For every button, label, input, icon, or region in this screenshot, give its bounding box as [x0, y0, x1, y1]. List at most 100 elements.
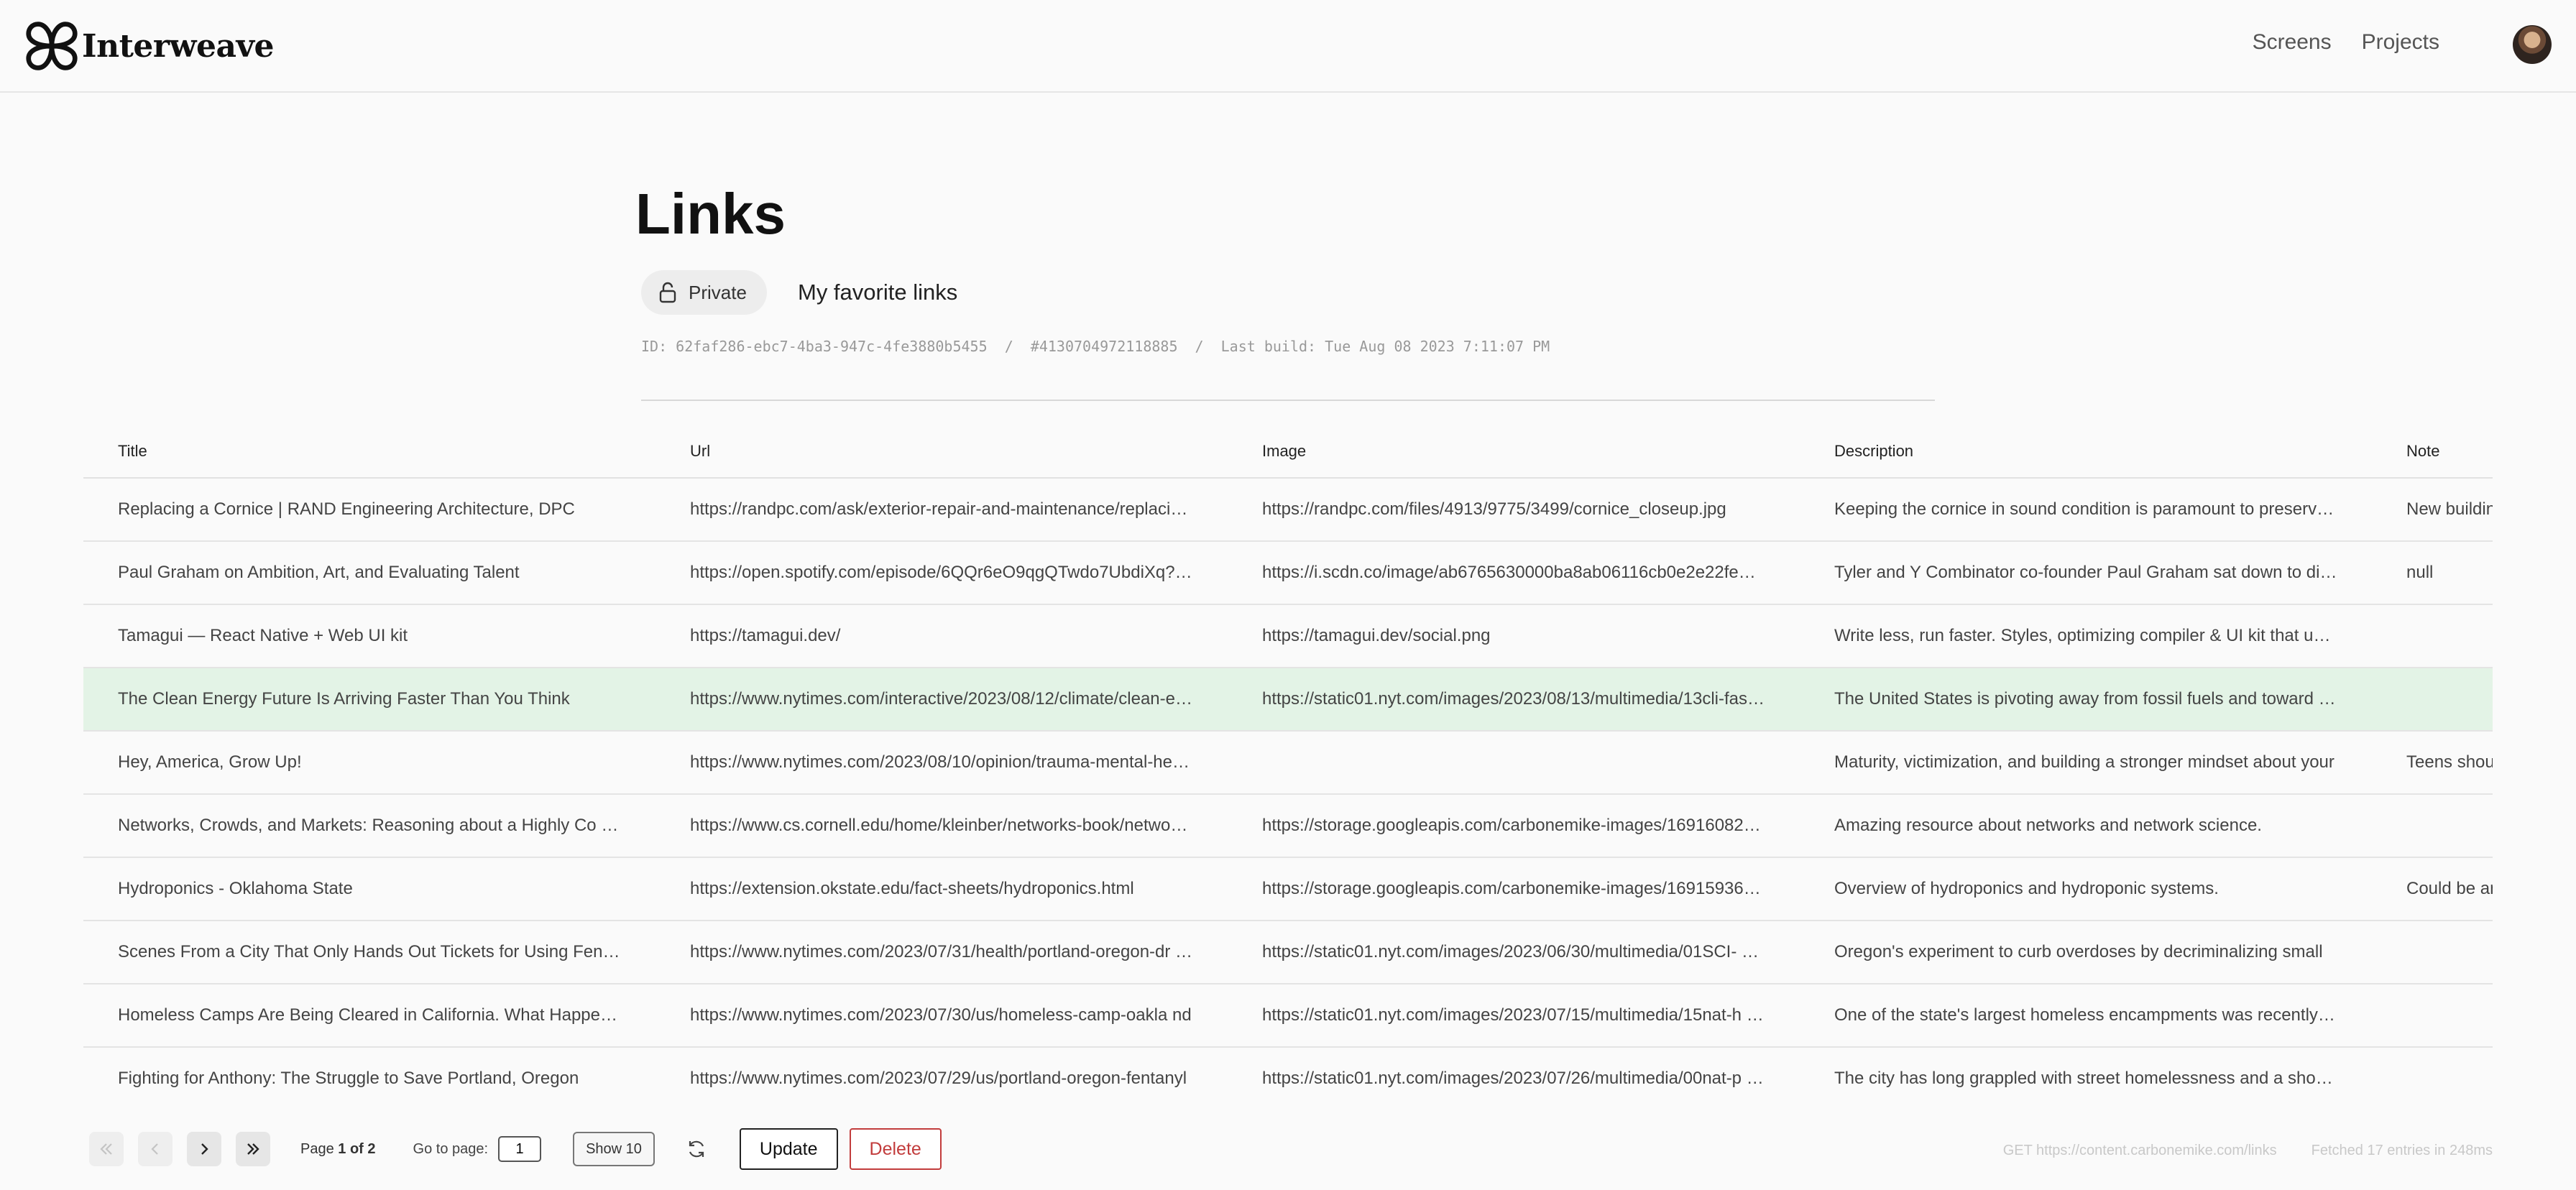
- cell-title: Hydroponics - Oklahoma State: [83, 857, 656, 921]
- cell-note: null: [2372, 541, 2493, 605]
- meta-hash: #4130704972118885: [1030, 338, 1178, 355]
- double-chevron-left-icon: [100, 1143, 112, 1155]
- cell-description: Amazing resource about networks and netw…: [1800, 794, 2372, 858]
- double-chevron-right-icon: [247, 1143, 259, 1155]
- cell-url: https://www.nytimes.com/2023/07/30/us/ho…: [656, 984, 1228, 1048]
- meta-separator: /: [1195, 338, 1204, 355]
- status-result: Fetched 17 entries in 248ms: [2311, 1143, 2493, 1158]
- cell-image: https://static01.nyt.com/images/2023/07/…: [1228, 984, 1800, 1048]
- cell-image: https://static01.nyt.com/images/2023/06/…: [1228, 921, 1800, 984]
- table-row[interactable]: Hydroponics - Oklahoma State https://exte…: [83, 857, 2493, 921]
- cell-title: Replacing a Cornice | RAND Engineering A…: [83, 478, 656, 542]
- column-header-url[interactable]: Url: [656, 425, 1228, 479]
- table-row[interactable]: Homeless Camps Are Being Cleared in Cali…: [83, 984, 2493, 1048]
- column-header-title[interactable]: Title: [83, 425, 656, 479]
- cell-image: https://i.scdn.co/image/ab6765630000ba8a…: [1228, 541, 1800, 605]
- cell-url: https://www.nytimes.com/2023/08/10/opini…: [656, 731, 1228, 795]
- goto-page-input[interactable]: [498, 1136, 542, 1162]
- links-table-container[interactable]: Title Url Image Description Note Replaci…: [83, 425, 2493, 1104]
- cell-note: Teens should: [2372, 731, 2493, 795]
- column-header-note[interactable]: Note: [2372, 425, 2493, 479]
- cell-title: Tamagui — React Native + Web UI kit: [83, 604, 656, 668]
- table-row[interactable]: Networks, Crowds, and Markets: Reasoning…: [83, 794, 2493, 858]
- status-request: GET https://content.carbonemike.com/link…: [2002, 1143, 2277, 1158]
- page-size-select[interactable]: Show 10: [573, 1132, 655, 1166]
- cell-image: https://tamagui.dev/social.png: [1228, 604, 1800, 668]
- cell-description: Maturity, victimization, and building a …: [1800, 731, 2372, 795]
- cell-title: Networks, Crowds, and Markets: Reasoning…: [83, 794, 656, 858]
- table-body: Replacing a Cornice | RAND Engineering A…: [83, 478, 2493, 1104]
- refresh-button[interactable]: [684, 1136, 709, 1162]
- cell-note: New building: [2372, 478, 2493, 542]
- status-bar: GET https://content.carbonemike.com/link…: [2003, 1143, 2493, 1159]
- cell-url: https://www.nytimes.com/interactive/2023…: [656, 668, 1228, 732]
- cell-url: https://www.nytimes.com/2023/07/31/healt…: [656, 921, 1228, 984]
- cell-image: https://storage.googleapis.com/carbonemi…: [1228, 794, 1800, 858]
- cell-description: The United States is pivoting away from …: [1800, 668, 2372, 732]
- cell-title: Fighting for Anthony: The Struggle to Sa…: [83, 1047, 656, 1104]
- page-title: Links: [635, 182, 786, 246]
- cell-description: The city has long grappled with street h…: [1800, 1047, 2372, 1104]
- update-button[interactable]: Update: [739, 1128, 838, 1170]
- table-row[interactable]: Scenes From a City That Only Hands Out T…: [83, 921, 2493, 984]
- top-nav: Screens Projects: [2253, 30, 2439, 55]
- pagination-bar: Page 1 of 2 Go to page: Show 10 Update D…: [89, 1128, 942, 1170]
- visibility-badge[interactable]: Private: [641, 270, 767, 315]
- table-header-row: Title Url Image Description Note: [83, 425, 2493, 479]
- table-row[interactable]: Paul Graham on Ambition, Art, and Evalua…: [83, 541, 2493, 605]
- cell-url: https://www.cs.cornell.edu/home/kleinber…: [656, 794, 1228, 858]
- delete-button[interactable]: Delete: [849, 1128, 942, 1170]
- refresh-icon: [689, 1140, 704, 1158]
- cell-description: Tyler and Y Combinator co-founder Paul G…: [1800, 541, 2372, 605]
- cell-note: [2372, 794, 2493, 858]
- cell-url: https://randpc.com/ask/exterior-repair-a…: [656, 478, 1228, 542]
- cell-note: [2372, 604, 2493, 668]
- table-row[interactable]: Fighting for Anthony: The Struggle to Sa…: [83, 1047, 2493, 1104]
- logo[interactable]: Interweave: [24, 19, 275, 73]
- cell-url: https://tamagui.dev/: [656, 604, 1228, 668]
- table-row[interactable]: Tamagui — React Native + Web UI kit https…: [83, 604, 2493, 668]
- table-row[interactable]: Hey, America, Grow Up! https://www.nytime…: [83, 731, 2493, 795]
- chevron-right-icon: [201, 1143, 208, 1155]
- nav-screens-link[interactable]: Screens: [2253, 30, 2332, 55]
- cell-image: https://storage.googleapis.com/carbonemi…: [1228, 857, 1800, 921]
- last-page-button[interactable]: [236, 1132, 270, 1166]
- cell-title: Paul Graham on Ambition, Art, and Evalua…: [83, 541, 656, 605]
- cell-note: [2372, 984, 2493, 1048]
- next-page-button[interactable]: [187, 1132, 221, 1166]
- top-bar: Interweave Screens Projects: [0, 0, 2576, 93]
- table-row[interactable]: The Clean Energy Future Is Arriving Fast…: [83, 668, 2493, 732]
- column-header-description[interactable]: Description: [1800, 425, 2372, 479]
- cell-description: Oregon's experiment to curb overdoses by…: [1800, 921, 2372, 984]
- cell-description: Write less, run faster. Styles, optimizi…: [1800, 604, 2372, 668]
- chevron-left-icon: [151, 1143, 158, 1155]
- cell-image: [1228, 731, 1800, 795]
- page-prefix: Page: [300, 1140, 334, 1157]
- meta-last-build: Last build: Tue Aug 08 2023 7:11:07 PM: [1220, 338, 1550, 355]
- meta-separator: /: [1004, 338, 1013, 355]
- column-header-image[interactable]: Image: [1228, 425, 1800, 479]
- cell-note: Could be an: [2372, 857, 2493, 921]
- build-meta: ID: 62faf286-ebc7-4ba3-947c-4fe3880b5455…: [641, 338, 1550, 355]
- cell-note: [2372, 921, 2493, 984]
- goto-page-label: Go to page:: [413, 1140, 489, 1157]
- cell-url: https://extension.okstate.edu/fact-sheet…: [656, 857, 1228, 921]
- cell-url: https://www.nytimes.com/2023/07/29/us/po…: [656, 1047, 1228, 1104]
- cell-note: [2372, 668, 2493, 732]
- cell-description: Keeping the cornice in sound condition i…: [1800, 478, 2372, 542]
- cell-image: https://static01.nyt.com/images/2023/08/…: [1228, 668, 1800, 732]
- header-divider: [641, 400, 1935, 401]
- first-page-button[interactable]: [89, 1132, 124, 1166]
- page-current: 1 of 2: [338, 1140, 376, 1157]
- cell-description: Overview of hydroponics and hydroponic s…: [1800, 857, 2372, 921]
- previous-page-button[interactable]: [138, 1132, 172, 1166]
- cell-title: The Clean Energy Future Is Arriving Fast…: [83, 668, 656, 732]
- page-subtitle: My favorite links: [798, 280, 958, 305]
- user-avatar[interactable]: [2513, 25, 2552, 64]
- table-row[interactable]: Replacing a Cornice | RAND Engineering A…: [83, 478, 2493, 542]
- nav-projects-link[interactable]: Projects: [2362, 30, 2439, 55]
- app-name: Interweave: [82, 27, 275, 65]
- cell-image: https://randpc.com/files/4913/9775/3499/…: [1228, 478, 1800, 542]
- lock-icon: [659, 282, 676, 303]
- cell-title: Homeless Camps Are Being Cleared in Cali…: [83, 984, 656, 1048]
